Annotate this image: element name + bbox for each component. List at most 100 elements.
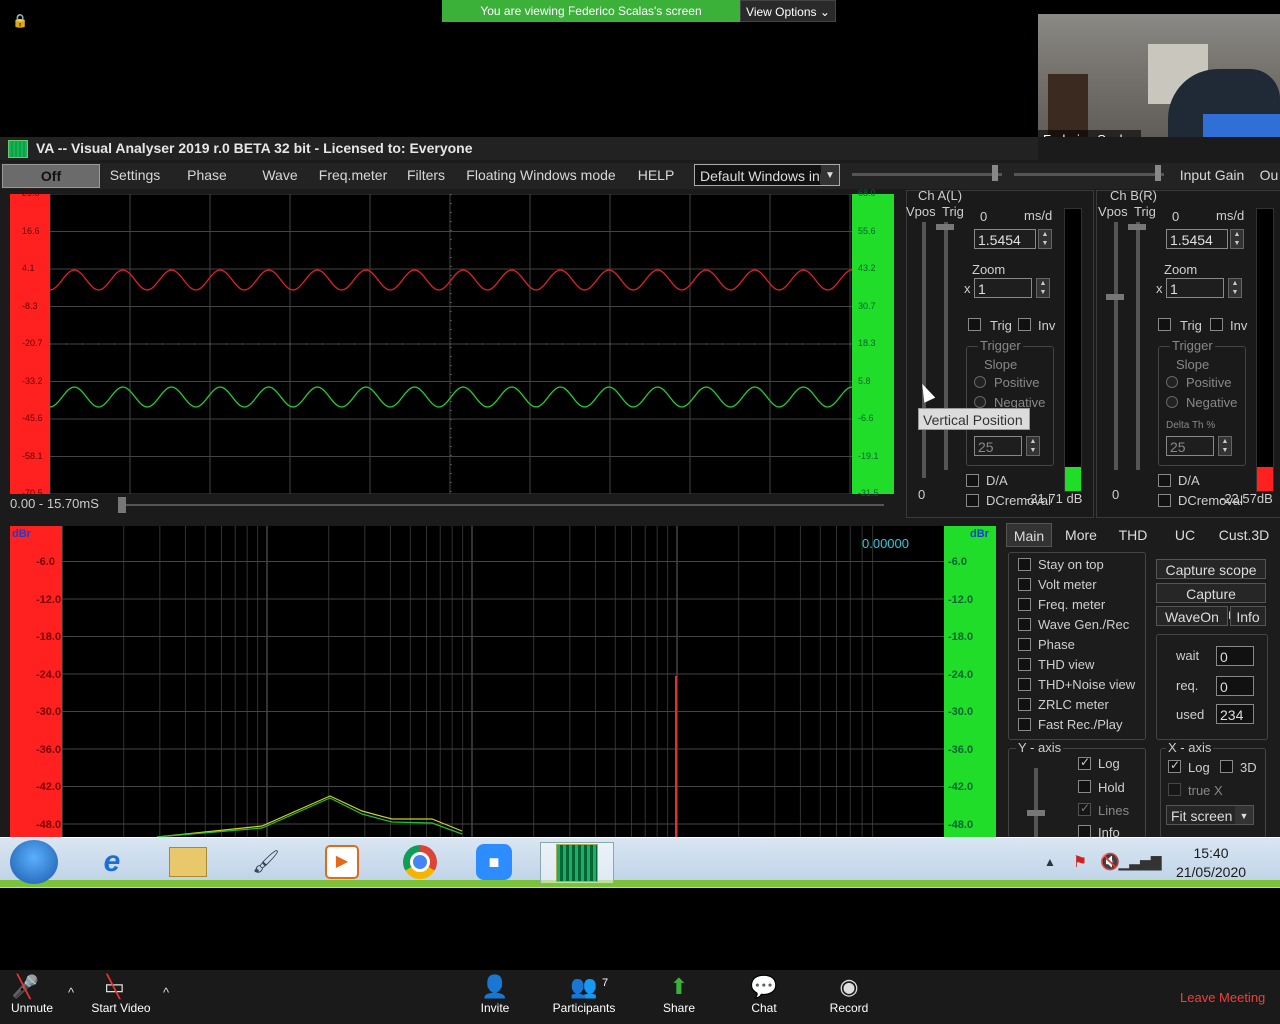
tab-uc[interactable]: UC [1162, 523, 1208, 547]
x-log-checkbox[interactable] [1168, 758, 1181, 773]
chb-inv-checkbox[interactable] [1210, 318, 1223, 331]
internet-explorer-icon[interactable]: e [90, 842, 134, 882]
main-option-checkbox[interactable] [1018, 718, 1031, 731]
chb-dc-checkbox[interactable] [1158, 494, 1171, 507]
gain-slider-left[interactable] [852, 173, 1002, 176]
show-hidden-icons-icon[interactable]: ▲ [1040, 842, 1060, 882]
chb-vpos-thumb[interactable] [1106, 294, 1124, 300]
cha-dc-checkbox[interactable] [966, 494, 979, 507]
gain-slider-right[interactable] [1014, 173, 1164, 176]
cha-zoom-input[interactable]: 1 [974, 278, 1032, 298]
audio-options-chevron-icon[interactable]: ^ [68, 985, 74, 1000]
tab-thd[interactable]: THD [1110, 523, 1156, 547]
action-center-icon[interactable]: ⚑ [1068, 842, 1092, 882]
freq-meter-button[interactable]: Freq.meter [318, 163, 388, 187]
capture-scope-button[interactable]: Capture scope [1156, 559, 1266, 579]
y-hold-checkbox[interactable] [1078, 780, 1091, 793]
cha-trig-checkbox[interactable] [968, 318, 981, 331]
wait-input[interactable]: 0 [1216, 646, 1254, 666]
windows-start-button[interactable] [10, 840, 58, 884]
cha-inv-checkbox[interactable] [1018, 318, 1031, 331]
chb-trig-slider[interactable] [1136, 222, 1140, 470]
view-options-button[interactable]: View Options ⌄ [740, 0, 836, 22]
chb-negative-radio[interactable] [1166, 396, 1178, 408]
cha-zoom-spinner[interactable]: ▲ ▼ [1036, 278, 1050, 298]
chb-delta-spinner[interactable]: ▲ ▼ [1218, 436, 1232, 456]
help-button[interactable]: HELP [626, 163, 686, 187]
unmute-button[interactable]: 🎤╲ Unmute [0, 973, 77, 1015]
cha-msd-input[interactable]: 1.5454 [974, 229, 1036, 249]
true-x-checkbox[interactable] [1168, 783, 1181, 796]
input-gain-button[interactable]: Input Gain [1176, 163, 1248, 187]
participants-button[interactable]: 👥 Participants [539, 973, 629, 1015]
start-video-button[interactable]: ▭╲ Start Video [76, 973, 166, 1015]
y-lines-checkbox[interactable] [1078, 801, 1091, 816]
phase-button[interactable]: Phase [176, 163, 238, 187]
network-icon[interactable]: ▁▃▅▇ [1118, 842, 1161, 882]
scope-scrollbar[interactable] [118, 497, 884, 513]
chb-zoom-input[interactable]: 1 [1166, 278, 1224, 298]
cha-msd-spinner[interactable]: ▲ ▼ [1038, 229, 1052, 249]
input-device-select[interactable]: Default Windows inp ▼ [694, 164, 840, 186]
settings-button[interactable]: Settings [102, 163, 168, 187]
chb-delta-input[interactable]: 25 [1166, 436, 1214, 456]
share-button[interactable]: ⬆ Share [634, 973, 724, 1015]
paint-icon[interactable]: 🖌 [244, 842, 288, 882]
main-option-checkbox[interactable] [1018, 678, 1031, 691]
video-options-chevron-icon[interactable]: ^ [163, 985, 169, 1000]
wave-on-button[interactable]: WaveOn [1156, 606, 1228, 626]
info-button[interactable]: Info [1230, 606, 1266, 626]
cha-da-checkbox[interactable] [966, 474, 979, 487]
gain-slider-right-thumb[interactable] [1155, 165, 1161, 181]
media-player-icon[interactable]: ▶ [320, 842, 364, 882]
cha-delta-spinner[interactable]: ▲ ▼ [1026, 436, 1040, 456]
x-3d-checkbox[interactable] [1220, 760, 1233, 773]
y-log-checkbox[interactable] [1078, 755, 1091, 770]
chb-vpos-slider[interactable] [1114, 222, 1118, 470]
tab-cust3d[interactable]: Cust.3D [1214, 523, 1274, 547]
cha-trig-thumb[interactable] [936, 224, 954, 230]
chat-button[interactable]: 💬 Chat [719, 973, 809, 1015]
chb-trig-checkbox[interactable] [1158, 318, 1171, 331]
invite-button[interactable]: 👤 Invite [450, 973, 540, 1015]
fit-screen-select[interactable]: Fit screen ▼ [1166, 805, 1254, 825]
leave-meeting-button[interactable]: Leave Meeting [1180, 990, 1265, 1005]
file-explorer-icon[interactable] [166, 842, 210, 882]
cha-delta-input[interactable]: 25 [974, 436, 1022, 456]
record-button[interactable]: ◉ Record [804, 973, 894, 1015]
y-axis-slider-thumb[interactable] [1027, 810, 1045, 816]
oscilloscope-display[interactable] [50, 194, 852, 494]
cha-trig-slider[interactable] [944, 222, 948, 470]
zoom-app-icon[interactable]: ■ [472, 842, 516, 882]
chb-da-checkbox[interactable] [1158, 474, 1171, 487]
tab-main[interactable]: Main [1006, 523, 1052, 547]
req-input[interactable]: 0 [1216, 676, 1254, 696]
output-gain-button[interactable]: Ou [1258, 163, 1280, 187]
chb-msd-input[interactable]: 1.5454 [1166, 229, 1228, 249]
cha-vpos-slider[interactable] [922, 222, 926, 478]
main-option-checkbox[interactable] [1018, 638, 1031, 651]
visual-analyser-taskbar-icon[interactable] [540, 842, 614, 884]
main-option-checkbox[interactable] [1018, 598, 1031, 611]
chb-positive-radio[interactable] [1166, 376, 1178, 388]
filters-button[interactable]: Filters [398, 163, 454, 187]
main-option-checkbox[interactable] [1018, 698, 1031, 711]
chb-zoom-spinner[interactable]: ▲ ▼ [1228, 278, 1242, 298]
chrome-icon[interactable] [398, 842, 442, 882]
y-axis-slider[interactable] [1034, 768, 1038, 837]
wave-button[interactable]: Wave [250, 163, 310, 187]
main-option-checkbox[interactable] [1018, 618, 1031, 631]
gain-slider-left-thumb[interactable] [992, 165, 998, 181]
spectrum-display[interactable] [62, 526, 944, 837]
cha-positive-radio[interactable] [974, 376, 986, 388]
tab-more[interactable]: More [1058, 523, 1104, 547]
used-input[interactable]: 234 [1216, 704, 1254, 724]
chb-msd-spinner[interactable]: ▲ ▼ [1230, 229, 1244, 249]
floating-windows-button[interactable]: Floating Windows mode [466, 163, 616, 187]
main-option-checkbox[interactable] [1018, 558, 1031, 571]
main-option-checkbox[interactable] [1018, 578, 1031, 591]
cha-negative-radio[interactable] [974, 396, 986, 408]
chb-trig-thumb[interactable] [1128, 224, 1146, 230]
main-option-checkbox[interactable] [1018, 658, 1031, 671]
taskbar-clock[interactable]: 15:40 21/05/2020 [1170, 844, 1252, 882]
